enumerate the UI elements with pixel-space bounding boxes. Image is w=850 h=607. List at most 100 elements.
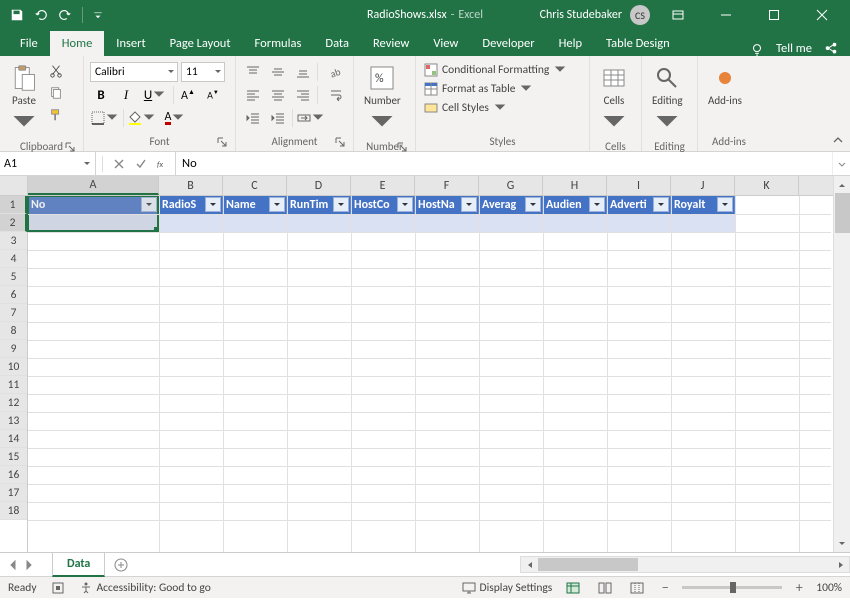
font-launcher[interactable] <box>217 137 229 149</box>
tab-table-design[interactable]: Table Design <box>594 31 682 56</box>
row-header[interactable]: 13 <box>0 412 27 430</box>
col-header-a[interactable]: A <box>28 176 159 195</box>
close-button[interactable] <box>802 0 842 30</box>
align-left-icon[interactable] <box>242 85 264 105</box>
accessibility-status[interactable]: Accessibility: Good to go <box>79 581 211 595</box>
tab-review[interactable]: Review <box>361 31 421 56</box>
page-layout-view-icon[interactable] <box>594 579 616 597</box>
table-header-cell[interactable]: HostCo <box>351 196 415 214</box>
increase-font-icon[interactable]: A▲ <box>177 85 199 105</box>
user-name[interactable]: Chris Studebaker <box>540 8 622 22</box>
filter-dropdown-icon[interactable] <box>653 197 669 212</box>
merge-button[interactable] <box>296 108 326 128</box>
row-header[interactable]: 10 <box>0 358 27 376</box>
cells-button[interactable]: Cells <box>596 62 632 139</box>
font-size-combo[interactable]: 11 <box>181 62 225 82</box>
format-as-table-button[interactable]: Format as Table <box>422 81 569 97</box>
paste-button[interactable]: Paste <box>6 62 42 139</box>
table-header-cell[interactable]: HostNa <box>415 196 479 214</box>
zoom-out-button[interactable]: − <box>658 579 672 596</box>
row-header[interactable]: 17 <box>0 484 27 502</box>
filter-dropdown-icon[interactable] <box>461 197 477 212</box>
col-header-d[interactable]: D <box>287 176 351 195</box>
tab-insert[interactable]: Insert <box>104 31 157 56</box>
row-header[interactable]: 9 <box>0 340 27 358</box>
table-header-cell[interactable]: Audien <box>543 196 607 214</box>
zoom-level[interactable]: 100% <box>816 581 842 595</box>
page-break-view-icon[interactable] <box>626 579 648 597</box>
col-header-e[interactable]: E <box>351 176 415 195</box>
enter-formula-icon[interactable] <box>135 158 147 170</box>
alignment-launcher[interactable] <box>335 137 347 149</box>
table-header-cell[interactable]: Name <box>223 196 287 214</box>
new-sheet-button[interactable] <box>109 553 133 577</box>
tab-view[interactable]: View <box>421 31 470 56</box>
tell-me[interactable]: Tell me <box>776 41 812 56</box>
cut-icon[interactable] <box>46 62 66 80</box>
row-header[interactable]: 11 <box>0 376 27 394</box>
fill-color-button[interactable] <box>127 108 157 128</box>
align-right-icon[interactable] <box>292 85 314 105</box>
select-all-corner[interactable] <box>0 176 28 195</box>
collapse-ribbon-icon[interactable] <box>832 135 844 147</box>
display-settings[interactable]: Display Settings <box>462 581 553 595</box>
filter-dropdown-icon[interactable] <box>397 197 413 212</box>
macro-record-icon[interactable] <box>51 581 65 595</box>
col-header-k[interactable]: K <box>735 176 799 195</box>
conditional-formatting-button[interactable]: Conditional Formatting <box>422 62 569 78</box>
minimize-button[interactable] <box>706 0 746 30</box>
bold-button[interactable]: B <box>90 85 112 105</box>
filter-dropdown-icon[interactable] <box>717 197 733 212</box>
col-header-b[interactable]: B <box>159 176 223 195</box>
addins-button[interactable]: Add-ins <box>704 62 746 109</box>
align-top-icon[interactable] <box>242 62 264 82</box>
row-header[interactable]: 14 <box>0 430 27 448</box>
underline-button[interactable]: U <box>140 85 170 105</box>
font-name-combo[interactable]: Calibri <box>90 62 178 82</box>
col-header-g[interactable]: G <box>479 176 543 195</box>
italic-button[interactable]: I <box>115 85 137 105</box>
filter-dropdown-icon[interactable] <box>589 197 605 212</box>
fx-icon[interactable]: fx <box>157 158 169 170</box>
cancel-formula-icon[interactable] <box>113 158 125 170</box>
row-header[interactable]: 15 <box>0 448 27 466</box>
zoom-slider[interactable] <box>682 586 782 589</box>
tab-developer[interactable]: Developer <box>470 31 546 56</box>
borders-button[interactable] <box>90 108 120 128</box>
number-launcher[interactable] <box>397 142 409 154</box>
row-header[interactable]: 3 <box>0 232 27 250</box>
row-header[interactable]: 18 <box>0 502 27 520</box>
decrease-font-icon[interactable]: A▼ <box>202 85 224 105</box>
col-header-i[interactable]: I <box>607 176 671 195</box>
clipboard-launcher[interactable] <box>65 142 77 154</box>
sheet-nav-prev[interactable] <box>8 560 18 570</box>
tab-data[interactable]: Data <box>313 31 361 56</box>
share-icon[interactable] <box>824 42 838 56</box>
normal-view-icon[interactable] <box>562 579 584 597</box>
qat-dropdown-icon[interactable] <box>93 8 103 22</box>
font-color-button[interactable]: A <box>160 108 190 128</box>
row-header[interactable]: 6 <box>0 286 27 304</box>
lightbulb-icon[interactable] <box>750 42 764 56</box>
tab-help[interactable]: Help <box>547 31 594 56</box>
sheet-tab-data[interactable]: Data <box>52 553 105 577</box>
table-header-cell[interactable]: Averag <box>479 196 543 214</box>
orientation-button[interactable]: ab <box>321 62 351 82</box>
row-header[interactable]: 2 <box>0 214 27 232</box>
editing-button[interactable]: Editing <box>648 62 687 139</box>
table-header-cell[interactable]: RunTim <box>287 196 351 214</box>
row-header[interactable]: 12 <box>0 394 27 412</box>
expand-formula-bar[interactable] <box>832 152 850 175</box>
tab-home[interactable]: Home <box>50 31 105 56</box>
table-header-cell[interactable]: Royalt <box>671 196 735 214</box>
maximize-button[interactable] <box>754 0 794 30</box>
col-header-j[interactable]: J <box>671 176 735 195</box>
wrap-text-button[interactable] <box>321 85 351 105</box>
table-header-cell[interactable]: No <box>28 196 159 214</box>
align-center-icon[interactable] <box>267 85 289 105</box>
col-header-c[interactable]: C <box>223 176 287 195</box>
row-header[interactable]: 8 <box>0 322 27 340</box>
user-avatar[interactable]: CS <box>630 5 650 25</box>
align-middle-icon[interactable] <box>267 62 289 82</box>
row-header[interactable]: 5 <box>0 268 27 286</box>
